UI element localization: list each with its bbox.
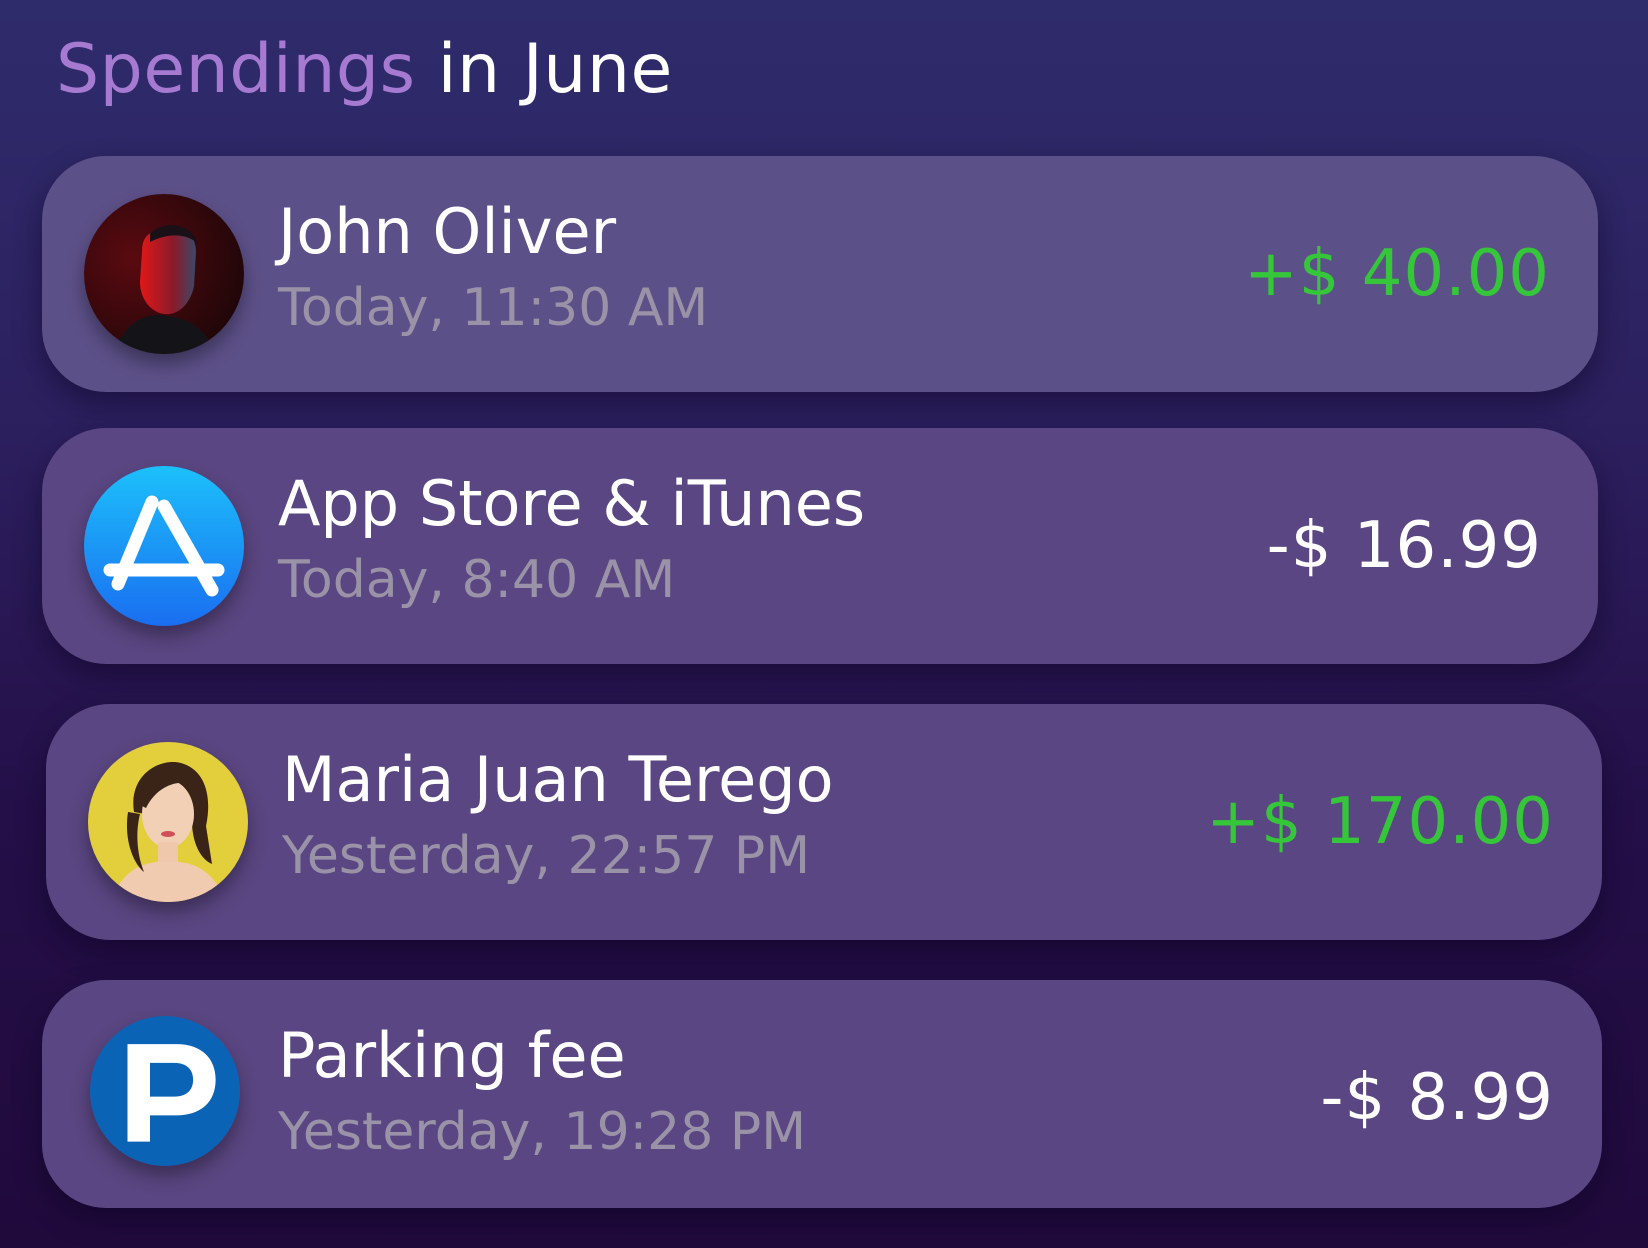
page-title: Spendings in June bbox=[56, 26, 673, 114]
transaction-amount: +$ 40.00 bbox=[1244, 237, 1550, 311]
avatar-john-oliver bbox=[84, 194, 244, 354]
transaction-name: Parking fee bbox=[278, 1019, 626, 1092]
app-store-icon bbox=[84, 466, 244, 626]
transaction-amount: +$ 170.00 bbox=[1206, 785, 1554, 859]
transaction-amount: -$ 16.99 bbox=[1266, 509, 1542, 583]
transaction-name: John Oliver bbox=[278, 195, 617, 268]
parking-icon bbox=[90, 1016, 240, 1166]
transaction-time: Today, 8:40 AM bbox=[278, 550, 676, 610]
transaction-name: Maria Juan Terego bbox=[282, 743, 834, 816]
avatar-maria bbox=[88, 742, 248, 902]
transaction-card-maria[interactable]: Maria Juan Terego Yesterday, 22:57 PM +$… bbox=[46, 704, 1602, 940]
title-month: in June bbox=[437, 30, 673, 109]
transaction-card-app-store[interactable]: App Store & iTunes Today, 8:40 AM -$ 16.… bbox=[42, 428, 1598, 664]
transaction-card-john-oliver[interactable]: John Oliver Today, 11:30 AM +$ 40.00 bbox=[42, 156, 1598, 392]
title-accent: Spendings bbox=[56, 30, 416, 109]
transaction-amount: -$ 8.99 bbox=[1320, 1061, 1554, 1135]
app-store-glyph bbox=[84, 466, 244, 626]
transaction-time: Today, 11:30 AM bbox=[278, 278, 709, 338]
transaction-time: Yesterday, 19:28 PM bbox=[278, 1102, 807, 1162]
person-avatar-icon bbox=[84, 194, 244, 354]
transaction-time: Yesterday, 22:57 PM bbox=[282, 826, 811, 886]
parking-glyph bbox=[90, 1016, 240, 1166]
person-avatar-icon bbox=[88, 742, 248, 902]
transaction-card-parking[interactable]: Parking fee Yesterday, 19:28 PM -$ 8.99 bbox=[42, 980, 1602, 1208]
transaction-name: App Store & iTunes bbox=[278, 467, 866, 540]
